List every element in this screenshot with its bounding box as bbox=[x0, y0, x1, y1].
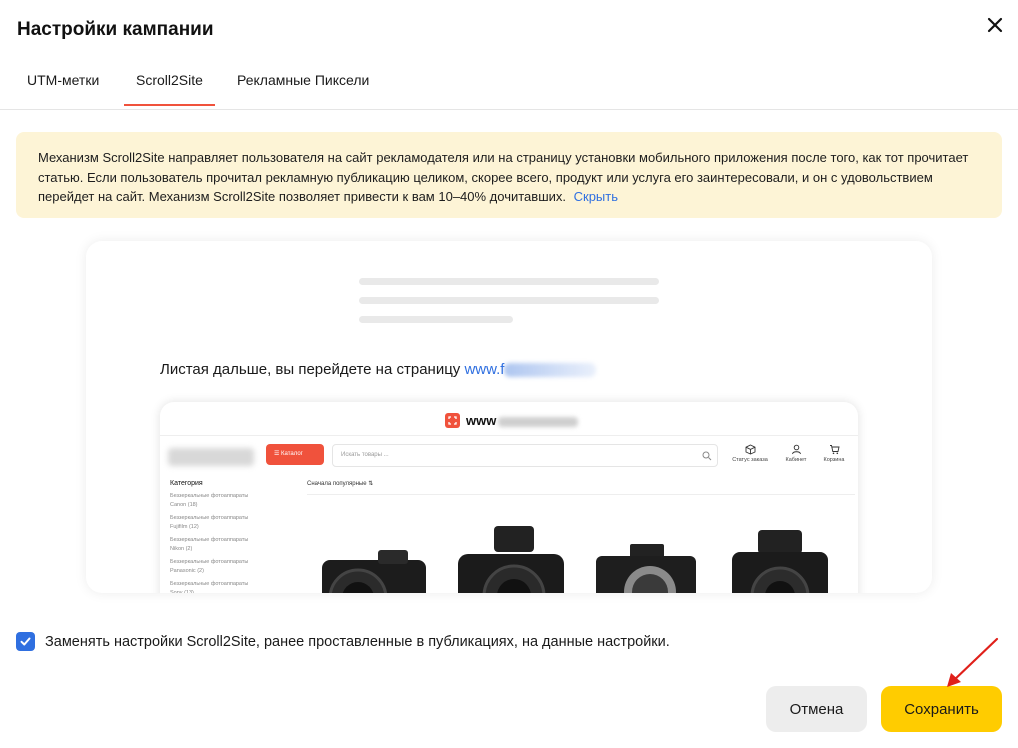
sort-icon: ⇅ bbox=[368, 481, 374, 487]
info-banner: Механизм Scroll2Site направляет пользова… bbox=[16, 132, 1002, 218]
camera-image bbox=[322, 550, 426, 593]
site-address-bar: www bbox=[160, 402, 858, 436]
order-status-action: Статус заказа bbox=[730, 444, 770, 463]
tab-scroll2site[interactable]: Scroll2Site bbox=[124, 72, 215, 106]
camera-image bbox=[458, 526, 564, 593]
check-icon bbox=[20, 637, 31, 646]
cancel-button[interactable]: Отмена bbox=[766, 686, 867, 732]
sort-label: Сначала популярные bbox=[307, 481, 367, 487]
cabinet-action: Кабинет bbox=[776, 444, 816, 463]
category-item: Беззеркальные фотоаппараты Panasonic (2) bbox=[170, 559, 249, 574]
close-icon[interactable] bbox=[984, 14, 1006, 36]
cart-label: Корзина bbox=[823, 457, 845, 463]
blurred-domain bbox=[498, 416, 579, 427]
info-text: Механизм Scroll2Site направляет пользова… bbox=[38, 150, 969, 204]
tabs-bar: UTM-метки Scroll2Site Рекламные Пиксели bbox=[0, 62, 1018, 110]
order-status-label: Статус заказа bbox=[732, 457, 768, 463]
camera-image bbox=[596, 544, 696, 593]
override-settings-label: Заменять настройки Scroll2Site, ранее пр… bbox=[45, 633, 670, 650]
cart-icon bbox=[829, 445, 840, 455]
tab-utm[interactable]: UTM-метки bbox=[27, 72, 99, 104]
cabinet-label: Кабинет bbox=[785, 457, 807, 463]
override-settings-row: Заменять настройки Scroll2Site, ранее пр… bbox=[16, 632, 670, 651]
site-search: Искать товары ... bbox=[332, 444, 718, 467]
redirect-label: Листая дальше, вы перейдете на страницу bbox=[160, 361, 465, 378]
skeleton-line bbox=[359, 316, 513, 323]
user-icon bbox=[791, 444, 801, 455]
blurred-url bbox=[504, 363, 597, 378]
category-item: Беззеркальные фотоаппараты Nikon (2) bbox=[170, 537, 249, 552]
redirect-text: Листая дальше, вы перейдете на страницу … bbox=[160, 361, 597, 378]
catalog-label: Каталог bbox=[281, 451, 303, 457]
category-item: Беззеркальные фотоаппараты Canon (18) bbox=[170, 493, 249, 508]
override-settings-checkbox[interactable] bbox=[16, 632, 35, 651]
save-button[interactable]: Сохранить bbox=[881, 686, 1002, 732]
cart-action: Корзина bbox=[814, 444, 854, 463]
site-search-placeholder: Искать товары ... bbox=[341, 452, 389, 458]
category-item: Беззеркальные фотоаппараты Sony (13) bbox=[170, 581, 249, 593]
category-item: Беззеркальные фотоаппараты Fujifilm (12) bbox=[170, 515, 249, 530]
search-icon bbox=[702, 451, 712, 461]
page-title: Настройки кампании bbox=[17, 19, 214, 40]
menu-icon: ☰ bbox=[274, 451, 282, 457]
skeleton-line bbox=[359, 278, 659, 285]
sort-dropdown: Сначала популярные ⇅ bbox=[307, 480, 373, 487]
site-domain: www bbox=[466, 413, 579, 428]
annotation-arrow bbox=[947, 637, 999, 687]
category-title: Категория bbox=[170, 480, 203, 487]
skeleton-line bbox=[359, 297, 659, 304]
site-domain-text: www bbox=[466, 413, 497, 428]
box-icon bbox=[745, 444, 755, 455]
scroll-logo-icon bbox=[445, 413, 460, 428]
shop-logo bbox=[168, 448, 254, 466]
catalog-button: ☰ Каталог bbox=[266, 444, 324, 465]
site-preview: www ☰ Каталог Искать товары ... Статус з… bbox=[160, 402, 858, 593]
camera-image bbox=[732, 530, 828, 593]
tab-pixels[interactable]: Рекламные Пиксели bbox=[237, 72, 369, 104]
redirect-url: www.f bbox=[464, 361, 505, 378]
hide-link[interactable]: Скрыть bbox=[574, 189, 618, 204]
scroll2site-preview: Листая дальше, вы перейдете на страницу … bbox=[86, 241, 932, 593]
divider bbox=[307, 494, 855, 495]
